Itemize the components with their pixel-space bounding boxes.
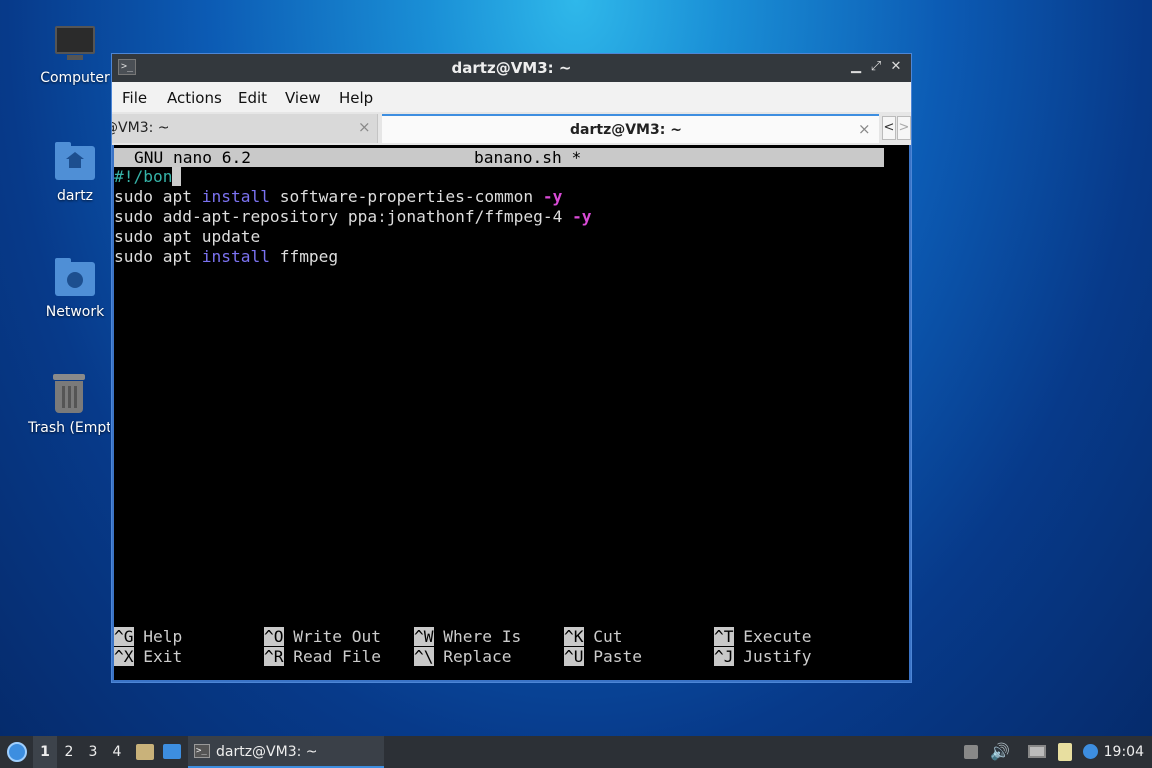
file-manager-launcher[interactable] bbox=[134, 736, 156, 768]
desktop-icon-trash[interactable]: Trash (Empty) bbox=[28, 372, 110, 436]
trash-icon bbox=[47, 372, 91, 416]
network-icon[interactable] bbox=[1028, 743, 1046, 761]
tab-bar: dartz@VM3: ~ × dartz@VM3: ~ × < > bbox=[112, 112, 911, 145]
tab-2[interactable]: dartz@VM3: ~ × bbox=[382, 114, 879, 143]
window-title: dartz@VM3: ~ bbox=[451, 59, 572, 77]
computer-icon bbox=[53, 22, 97, 66]
menu-help[interactable]: Help bbox=[339, 89, 373, 107]
desktop-icon-home[interactable]: dartz bbox=[30, 140, 120, 204]
desktop-icon-label: dartz bbox=[56, 188, 94, 204]
network-folder-icon bbox=[53, 256, 97, 300]
shortcut-where-is[interactable]: ^W Where Is bbox=[414, 627, 521, 647]
tab-scroll-right-button[interactable]: > bbox=[897, 116, 911, 140]
task-label: dartz@VM3: ~ bbox=[216, 744, 318, 760]
maximize-button[interactable]: ⤢ bbox=[867, 58, 885, 76]
start-menu-icon bbox=[7, 742, 27, 762]
desktop-icon-label: Computer bbox=[40, 70, 110, 86]
clock[interactable]: 19:04 bbox=[1104, 736, 1144, 768]
editor-line-4: sudo apt update bbox=[114, 227, 261, 246]
text-cursor bbox=[172, 167, 182, 186]
terminal-area[interactable]: GNU nano 6.2 banano.sh * #!/bon sudo apt … bbox=[114, 145, 909, 680]
close-button[interactable]: ✕ bbox=[887, 58, 905, 76]
menu-actions[interactable]: Actions bbox=[167, 89, 222, 107]
home-folder-icon bbox=[53, 140, 97, 184]
editor-line-1: #!/bon bbox=[114, 167, 182, 187]
tab-label: dartz@VM3: ~ bbox=[570, 122, 682, 138]
workspace-1[interactable]: 1 bbox=[33, 736, 57, 768]
editor-line-3: sudo add-apt-repository ppa:jonathonf/ff… bbox=[114, 207, 592, 226]
show-desktop-button[interactable] bbox=[160, 736, 184, 768]
menu-edit[interactable]: Edit bbox=[238, 89, 267, 107]
tray-up-arrow-icon[interactable] bbox=[962, 743, 980, 761]
desktop-icon bbox=[163, 744, 181, 759]
editor-line-2: sudo apt install software-properties-com… bbox=[114, 187, 563, 206]
nano-version: GNU nano 6.2 bbox=[134, 148, 251, 167]
menu-view[interactable]: View bbox=[285, 89, 321, 107]
clipboard-icon[interactable] bbox=[1056, 743, 1074, 761]
terminal-icon: >_ bbox=[194, 744, 210, 758]
shortcut-paste[interactable]: ^U Paste bbox=[564, 647, 642, 667]
window-titlebar[interactable]: >_ dartz@VM3: ~ ▁ ⤢ ✕ bbox=[112, 54, 911, 82]
tab-close-icon[interactable]: × bbox=[858, 120, 871, 138]
workspace-2[interactable]: 2 bbox=[57, 736, 81, 768]
shortcut-help[interactable]: ^G Help bbox=[114, 627, 182, 647]
desktop-icon-computer[interactable]: Computer bbox=[30, 22, 120, 86]
workspace-4[interactable]: 4 bbox=[105, 736, 129, 768]
terminal-window[interactable]: >_ dartz@VM3: ~ ▁ ⤢ ✕ File Actions Edit … bbox=[111, 53, 912, 683]
menu-bar: File Actions Edit View Help bbox=[112, 82, 911, 113]
tab-scroll-left-button[interactable]: < bbox=[882, 116, 896, 140]
desktop-icon-label: Trash (Empty) bbox=[28, 420, 110, 436]
nano-filename: banano.sh * bbox=[474, 148, 582, 167]
tab-label: dartz@VM3: ~ bbox=[112, 120, 170, 136]
editor-line-5: sudo apt install ffmpeg bbox=[114, 247, 339, 266]
menu-file[interactable]: File bbox=[122, 89, 147, 107]
tab-close-icon[interactable]: × bbox=[358, 118, 371, 136]
shortcut-execute[interactable]: ^T Execute bbox=[714, 627, 811, 647]
volume-icon[interactable]: 🔊 bbox=[990, 743, 1010, 761]
shortcut-justify[interactable]: ^J Justify bbox=[714, 647, 811, 667]
shortcut-read-file[interactable]: ^R Read File bbox=[264, 647, 381, 667]
shortcut-replace[interactable]: ^\ Replace bbox=[414, 647, 511, 667]
taskbar-task-terminal[interactable]: >_ dartz@VM3: ~ bbox=[188, 736, 384, 768]
file-manager-icon bbox=[136, 744, 154, 760]
desktop-icon-network[interactable]: Network bbox=[30, 256, 120, 320]
nano-header: GNU nano 6.2 banano.sh * bbox=[114, 148, 884, 167]
start-menu-button[interactable] bbox=[4, 736, 30, 768]
workspace-3[interactable]: 3 bbox=[81, 736, 105, 768]
tab-1[interactable]: dartz@VM3: ~ × bbox=[112, 114, 378, 143]
desktop-icon-label: Network bbox=[45, 304, 105, 320]
taskbar: 1 2 3 4 >_ dartz@VM3: ~ 🔊 19:04 bbox=[0, 736, 1152, 768]
shortcut-exit[interactable]: ^X Exit bbox=[114, 647, 182, 667]
shortcut-cut[interactable]: ^K Cut bbox=[564, 627, 623, 647]
notification-icon[interactable] bbox=[1082, 743, 1100, 761]
shortcut-write-out[interactable]: ^O Write Out bbox=[264, 627, 381, 647]
minimize-button[interactable]: ▁ bbox=[847, 58, 865, 76]
